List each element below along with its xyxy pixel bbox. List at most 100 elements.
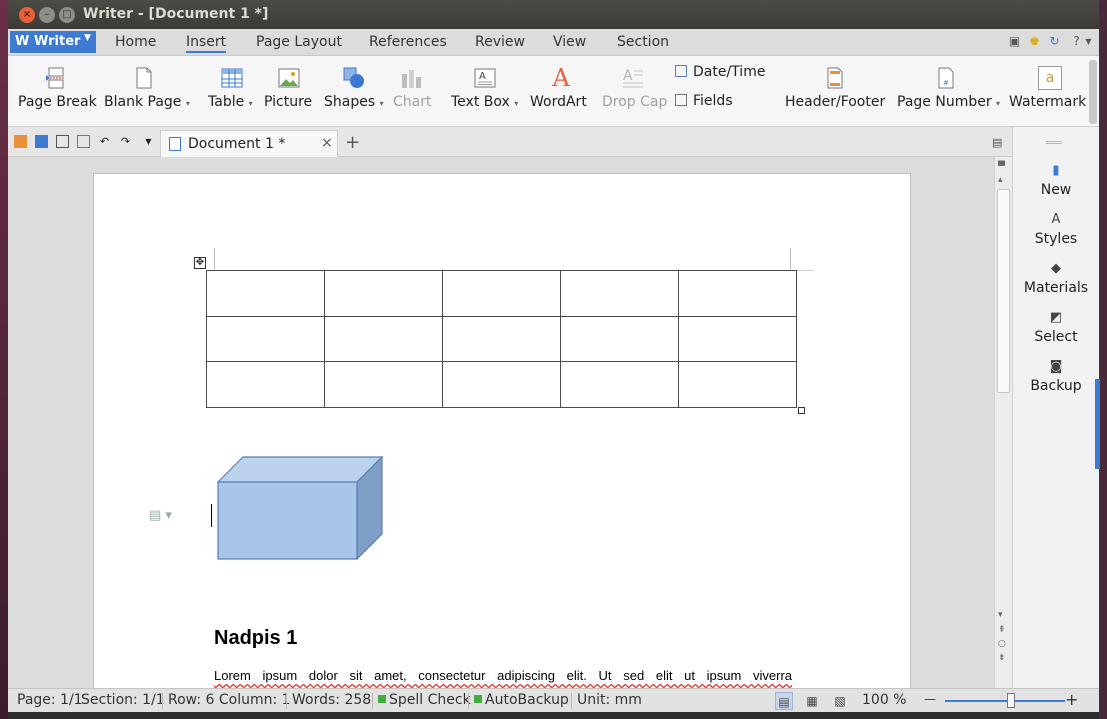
pane-item-select[interactable]: ◩ Select [1013, 310, 1099, 345]
status-row-column[interactable]: Row: 6 Column: 1 [168, 692, 291, 708]
table-move-handle-icon[interactable]: ✥ [194, 257, 206, 269]
table-cell[interactable] [442, 270, 561, 317]
heading-1[interactable]: Nadpis 1 [214, 627, 297, 650]
zoom-out-button[interactable]: — [924, 692, 936, 706]
ribbon-scrollbar[interactable] [1089, 60, 1097, 124]
pane-item-materials[interactable]: ◆ Materials [1013, 261, 1099, 296]
table-cell[interactable] [206, 315, 325, 363]
document-table[interactable] [206, 270, 797, 408]
tab-list-icon[interactable]: ▤ [992, 136, 1002, 149]
page-break-button[interactable]: Page Break [18, 64, 97, 120]
tab-insert[interactable]: Insert [186, 34, 227, 53]
insert-ribbon: Page Break Blank Page ▾ Table ▾ Picture … [8, 56, 1099, 127]
pane-item-styles[interactable]: A Styles [1013, 212, 1099, 247]
save-icon[interactable] [35, 135, 48, 148]
wordart-button[interactable]: A WordArt [529, 64, 593, 120]
table-cell[interactable] [678, 270, 797, 317]
blank-page-text: Blank Page [104, 94, 182, 110]
previous-page-icon[interactable]: ⇞ [998, 625, 1006, 635]
skin-icon[interactable]: ♚ [1028, 35, 1041, 48]
zoom-level[interactable]: 100 % [862, 692, 906, 708]
zoom-slider[interactable] [945, 700, 1065, 702]
scroll-thumb[interactable] [997, 189, 1010, 393]
outline-view-icon[interactable]: ▧ [831, 692, 849, 710]
header-footer-button[interactable]: Header/Footer [784, 64, 886, 120]
chart-button[interactable]: Chart [393, 64, 433, 120]
status-unit[interactable]: Unit: mm [577, 692, 642, 708]
new-tab-button[interactable]: + [345, 132, 360, 153]
quick-access-dropdown-icon[interactable]: ▼ [142, 135, 155, 148]
web-layout-view-icon[interactable]: ▦ [803, 692, 821, 710]
print-icon[interactable] [56, 135, 69, 148]
table-cell[interactable] [206, 270, 325, 317]
table-button[interactable]: Table ▾ [208, 64, 256, 120]
pane-item-new[interactable]: ▮ New [1013, 163, 1099, 198]
table-cell[interactable] [324, 361, 443, 408]
picture-button[interactable]: Picture [264, 64, 314, 120]
table-cell[interactable] [324, 270, 443, 317]
tab-review[interactable]: Review [475, 34, 525, 50]
print-preview-icon[interactable] [77, 135, 90, 148]
document-page[interactable]: ✥ ▤ ▾ Nadpis 1 Lorem ipsum dolor sit ame… [93, 173, 911, 688]
table-cell[interactable] [206, 361, 325, 408]
paste-options-icon[interactable]: ▤ ▾ [149, 508, 172, 523]
text-box-button[interactable]: A Text Box ▾ [451, 64, 521, 120]
status-page[interactable]: Page: 1/1 [17, 692, 83, 708]
pane-item-backup[interactable]: ◙ Backup [1013, 359, 1099, 394]
scroll-down-icon[interactable]: ▾ [998, 610, 1003, 620]
table-cell[interactable] [560, 270, 679, 317]
tab-section[interactable]: Section [617, 34, 669, 50]
split-icon[interactable]: ▀ [998, 162, 1005, 172]
autobackup-toggle[interactable]: AutoBackup [474, 692, 569, 708]
table-cell[interactable] [560, 315, 679, 363]
zoom-slider-knob[interactable] [1007, 693, 1015, 708]
spell-check-toggle[interactable]: Spell Check [378, 692, 471, 708]
window-close-button[interactable]: × [19, 7, 35, 23]
status-section[interactable]: Section: 1/1 [81, 692, 165, 708]
zoom-in-button[interactable]: + [1065, 690, 1078, 709]
shapes-button[interactable]: Shapes ▾ [324, 64, 384, 120]
drop-cap-button[interactable]: A Drop Cap [601, 64, 667, 120]
close-tab-icon[interactable]: × [321, 135, 333, 151]
table-resize-handle[interactable] [798, 407, 805, 414]
page-number-button[interactable]: # Page Number ▾ [896, 64, 1000, 120]
window-minimize-button[interactable]: – [39, 7, 55, 23]
table-cell[interactable] [442, 315, 561, 363]
table-cell[interactable] [678, 361, 797, 408]
tab-page-layout[interactable]: Page Layout [256, 34, 342, 50]
tab-home[interactable]: Home [115, 34, 156, 50]
table-cell[interactable] [324, 315, 443, 363]
fields-button[interactable]: Fields [675, 93, 733, 109]
table-cell[interactable] [442, 361, 561, 408]
watermark-button[interactable]: a Watermark [1008, 64, 1086, 120]
refresh-icon[interactable]: ↻ [1048, 35, 1061, 48]
pane-grip[interactable] [1046, 141, 1062, 144]
date-time-button[interactable]: Date/Time [675, 64, 765, 80]
redo-icon[interactable]: ↷ [119, 135, 132, 148]
app-menu-button[interactable]: W Writer ▼ [10, 31, 96, 53]
body-paragraph[interactable]: Lorem ipsum dolor sit amet, consectetur … [214, 668, 792, 683]
undo-icon[interactable]: ↶ [98, 135, 111, 148]
document-tab[interactable]: Document 1 * × [160, 130, 338, 157]
caret-down-icon: ▾ [996, 99, 1001, 108]
browse-object-icon[interactable]: ○ [998, 639, 1006, 649]
window-maximize-button[interactable]: □ [59, 7, 75, 23]
vertical-scrollbar[interactable]: ▀ ▴ ▾ ⇞ ○ ⇟ [994, 157, 1012, 688]
doc-icon[interactable]: ▣ [1008, 35, 1021, 48]
pane-collapse-handle[interactable] [1095, 379, 1100, 469]
help-dropdown-icon[interactable]: ▼ [1082, 35, 1095, 48]
tab-references[interactable]: References [369, 34, 447, 50]
blank-page-button[interactable]: Blank Page ▾ [104, 64, 190, 120]
open-icon[interactable] [14, 135, 27, 148]
document-canvas[interactable]: ✥ ▤ ▾ Nadpis 1 Lorem ipsum dolor sit ame… [8, 157, 994, 688]
shapes-label: Shapes ▾ [324, 94, 384, 110]
tab-view[interactable]: View [553, 34, 586, 50]
next-page-icon[interactable]: ⇟ [998, 653, 1006, 663]
status-words[interactable]: Words: 258 [292, 692, 371, 708]
table-cell[interactable] [560, 361, 679, 408]
table-cell[interactable] [678, 315, 797, 363]
print-layout-view-icon[interactable]: ▤ [775, 692, 793, 710]
shapes-icon [343, 67, 364, 88]
cube-shape[interactable] [216, 456, 384, 562]
scroll-up-icon[interactable]: ▴ [998, 175, 1003, 185]
